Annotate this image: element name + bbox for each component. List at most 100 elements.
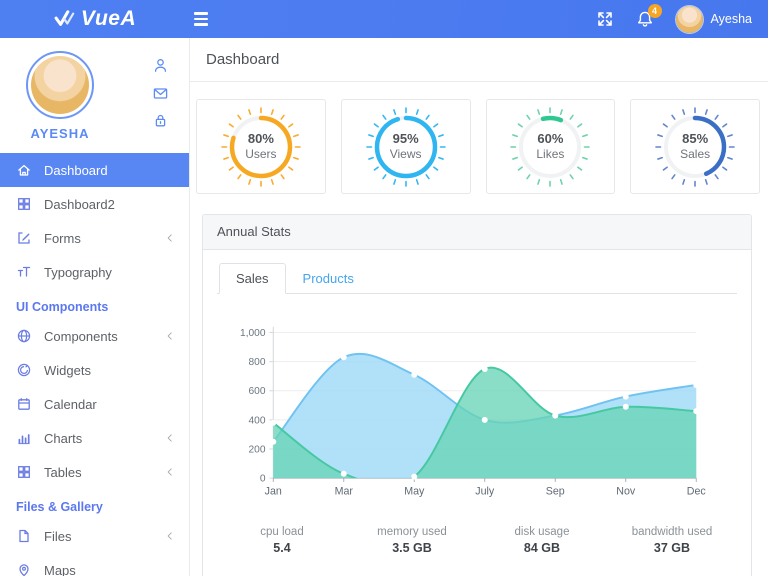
sidebar-item-maps[interactable]: Maps <box>0 553 189 576</box>
profile-quick-links <box>152 57 169 129</box>
profile-photo-ring <box>26 51 94 119</box>
notification-badge: 4 <box>648 4 662 18</box>
svg-text:200: 200 <box>249 444 266 455</box>
bar-chart-icon <box>16 430 32 446</box>
gauge-percent: 60% <box>537 131 563 147</box>
gauge-users: 80%Users <box>218 104 304 190</box>
sidebar-item-widgets[interactable]: Widgets <box>0 353 189 387</box>
brand-logo[interactable]: VueA <box>0 7 190 31</box>
svg-text:Dec: Dec <box>687 486 707 498</box>
svg-text:May: May <box>404 486 425 498</box>
stat-card-sales: 85%Sales <box>630 99 760 194</box>
sidebar-item-dashboard[interactable]: Dashboard <box>0 153 189 187</box>
panel-header: Annual Stats <box>203 215 751 250</box>
footer-stat-label: disk usage <box>477 526 607 538</box>
sidebar-item-charts[interactable]: Charts <box>0 421 189 455</box>
user-avatar <box>676 6 703 33</box>
logo-check-icon <box>54 10 78 28</box>
sidebar-item-label: Dashboard2 <box>44 197 115 212</box>
gauge-label: Likes <box>536 147 564 162</box>
footer-stat-label: cpu load <box>217 526 347 538</box>
annual-stats-panel: Annual Stats SalesProducts 0200400600800… <box>202 214 752 576</box>
user-name: Ayesha <box>711 12 752 26</box>
globe-icon <box>16 328 32 344</box>
gauge-label: Users <box>245 147 276 162</box>
sidebar-item-label: Tables <box>44 465 82 480</box>
home-icon <box>16 162 32 178</box>
panel-title: Annual Stats <box>217 224 291 239</box>
sidebar-section-header-ui-components: UI Components <box>0 289 189 319</box>
page-title-bar: Dashboard <box>190 38 768 82</box>
sidebar-item-label: Components <box>44 329 118 344</box>
widgets-icon <box>16 362 32 378</box>
sidebar-profile: AYESHA <box>0 38 189 149</box>
grid-icon <box>16 196 32 212</box>
hamburger-menu-icon[interactable] <box>194 6 220 32</box>
stat-cards-row: 80%Users 95%Views 60%Likes 85%Sales <box>196 99 760 194</box>
stat-card-likes: 60%Likes <box>486 99 616 194</box>
calendar-icon <box>16 396 32 412</box>
svg-text:1,000: 1,000 <box>240 328 266 339</box>
tab-products[interactable]: Products <box>286 263 371 294</box>
envelope-icon[interactable] <box>152 85 169 102</box>
notifications-button[interactable]: 4 <box>636 10 654 28</box>
user-menu[interactable]: Ayesha <box>676 6 752 33</box>
sidebar-item-calendar[interactable]: Calendar <box>0 387 189 421</box>
sidebar-item-label: Typography <box>44 265 112 280</box>
sidebar-item-dashboard2[interactable]: Dashboard2 <box>0 187 189 221</box>
profile-photo[interactable] <box>31 56 89 114</box>
sidebar-item-label: Maps <box>44 563 76 576</box>
footer-stat-cpu-load: cpu load5.4 <box>217 526 347 555</box>
footer-stat-memory-used: memory used3.5 GB <box>347 526 477 555</box>
sidebar-item-tables[interactable]: Tables <box>0 455 189 489</box>
app-window: VueA 4 Ayesha <box>0 0 768 576</box>
map-pin-icon <box>16 562 32 576</box>
profile-name: AYESHA <box>31 126 90 141</box>
footer-stat-label: memory used <box>347 526 477 538</box>
svg-text:800: 800 <box>249 357 266 368</box>
footer-stat-value: 37 GB <box>607 541 737 555</box>
svg-text:Mar: Mar <box>335 486 354 498</box>
person-icon[interactable] <box>152 57 169 74</box>
svg-text:400: 400 <box>249 415 266 426</box>
sidebar-item-label: Dashboard <box>44 163 108 178</box>
annual-stats-chart: 02004006008001,000JanMarMayJulySepNovDec <box>217 318 737 514</box>
edit-icon <box>16 230 32 246</box>
footer-stat-value: 84 GB <box>477 541 607 555</box>
svg-text:July: July <box>475 486 495 498</box>
header-actions: 4 Ayesha <box>596 6 768 33</box>
footer-stat-disk-usage: disk usage 84 GB <box>477 526 607 555</box>
sidebar: AYESHA <box>0 38 190 576</box>
logo-text: VueA <box>81 7 136 31</box>
chevron-left-icon <box>165 433 175 443</box>
gauge-likes: 60%Likes <box>507 104 593 190</box>
sidebar-item-label: Charts <box>44 431 82 446</box>
svg-text:Jan: Jan <box>265 486 282 498</box>
stat-card-users: 80%Users <box>196 99 326 194</box>
main-content: Dashboard 80%Users95%Views60%Likes85%Sal… <box>190 38 768 576</box>
gauge-percent: 95% <box>393 131 419 147</box>
chart-container: 02004006008001,000JanMarMayJulySepNovDec <box>217 318 737 514</box>
chevron-left-icon <box>165 331 175 341</box>
sidebar-item-components[interactable]: Components <box>0 319 189 353</box>
gauge-percent: 85% <box>682 131 708 147</box>
sidebar-item-files[interactable]: Files <box>0 519 189 553</box>
gauge-sales: 85%Sales <box>652 104 738 190</box>
stat-card-views: 95%Views <box>341 99 471 194</box>
file-icon <box>16 528 32 544</box>
chevron-left-icon <box>165 467 175 477</box>
sidebar-item-label: Widgets <box>44 363 91 378</box>
sidebar-item-forms[interactable]: Forms <box>0 221 189 255</box>
tab-bar: SalesProducts <box>217 263 737 294</box>
footer-stat-bandwidth-used: bandwidth used 37 GB <box>607 526 737 555</box>
gauge-views: 95%Views <box>363 104 449 190</box>
footer-stat-label: bandwidth used <box>607 526 737 538</box>
gauge-label: Views <box>390 147 422 162</box>
fullscreen-icon[interactable] <box>596 10 614 28</box>
lock-icon[interactable] <box>152 112 169 129</box>
tab-sales[interactable]: Sales <box>219 263 286 294</box>
sidebar-menu: Dashboard Dashboard2 Forms Typography UI Com… <box>0 153 189 576</box>
sidebar-item-typography[interactable]: Typography <box>0 255 189 289</box>
top-header: VueA 4 Ayesha <box>0 0 768 38</box>
typography-icon <box>16 264 32 280</box>
